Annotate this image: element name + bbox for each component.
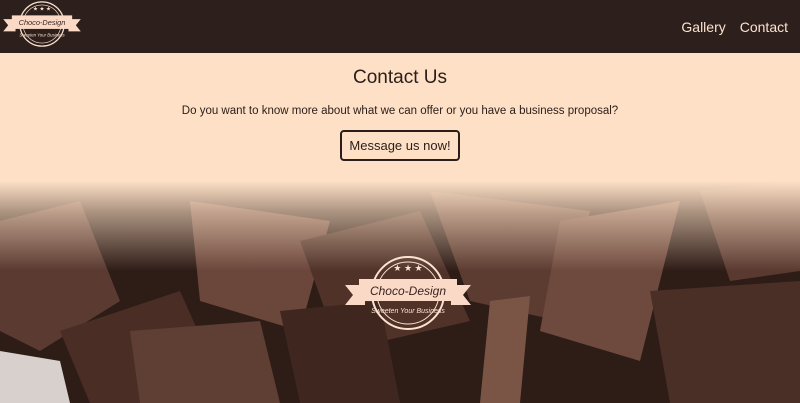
nav-link-contact[interactable]: Contact xyxy=(740,19,788,35)
logo-emblem-icon: ★ ★ ★ Choco-Design Sweeten Your Business xyxy=(3,1,81,47)
hero-logo-icon: ★ ★ ★ Choco-Design Sweeten Your Business xyxy=(345,256,471,330)
logo[interactable]: ★ ★ ★ Choco-Design Sweeten Your Business xyxy=(2,0,82,55)
message-us-button[interactable]: Message us now! xyxy=(340,130,460,161)
contact-title: Contact Us xyxy=(353,67,447,88)
contact-section: Contact Us Do you want to know more abou… xyxy=(0,53,800,181)
navbar: ★ ★ ★ Choco-Design Sweeten Your Business… xyxy=(0,0,800,53)
nav-link-gallery[interactable]: Gallery xyxy=(681,19,725,35)
svg-text:Sweeten Your Business: Sweeten Your Business xyxy=(19,32,65,37)
hero-image: ★ ★ ★ Choco-Design Sweeten Your Business xyxy=(0,181,800,403)
svg-text:Choco-Design: Choco-Design xyxy=(370,284,446,298)
svg-text:Choco-Design: Choco-Design xyxy=(19,18,66,27)
svg-text:★ ★ ★: ★ ★ ★ xyxy=(33,5,51,12)
svg-text:★ ★ ★: ★ ★ ★ xyxy=(393,263,422,273)
svg-text:Sweeten Your Business: Sweeten Your Business xyxy=(371,308,445,315)
contact-text: Do you want to know more about what we c… xyxy=(181,105,619,117)
